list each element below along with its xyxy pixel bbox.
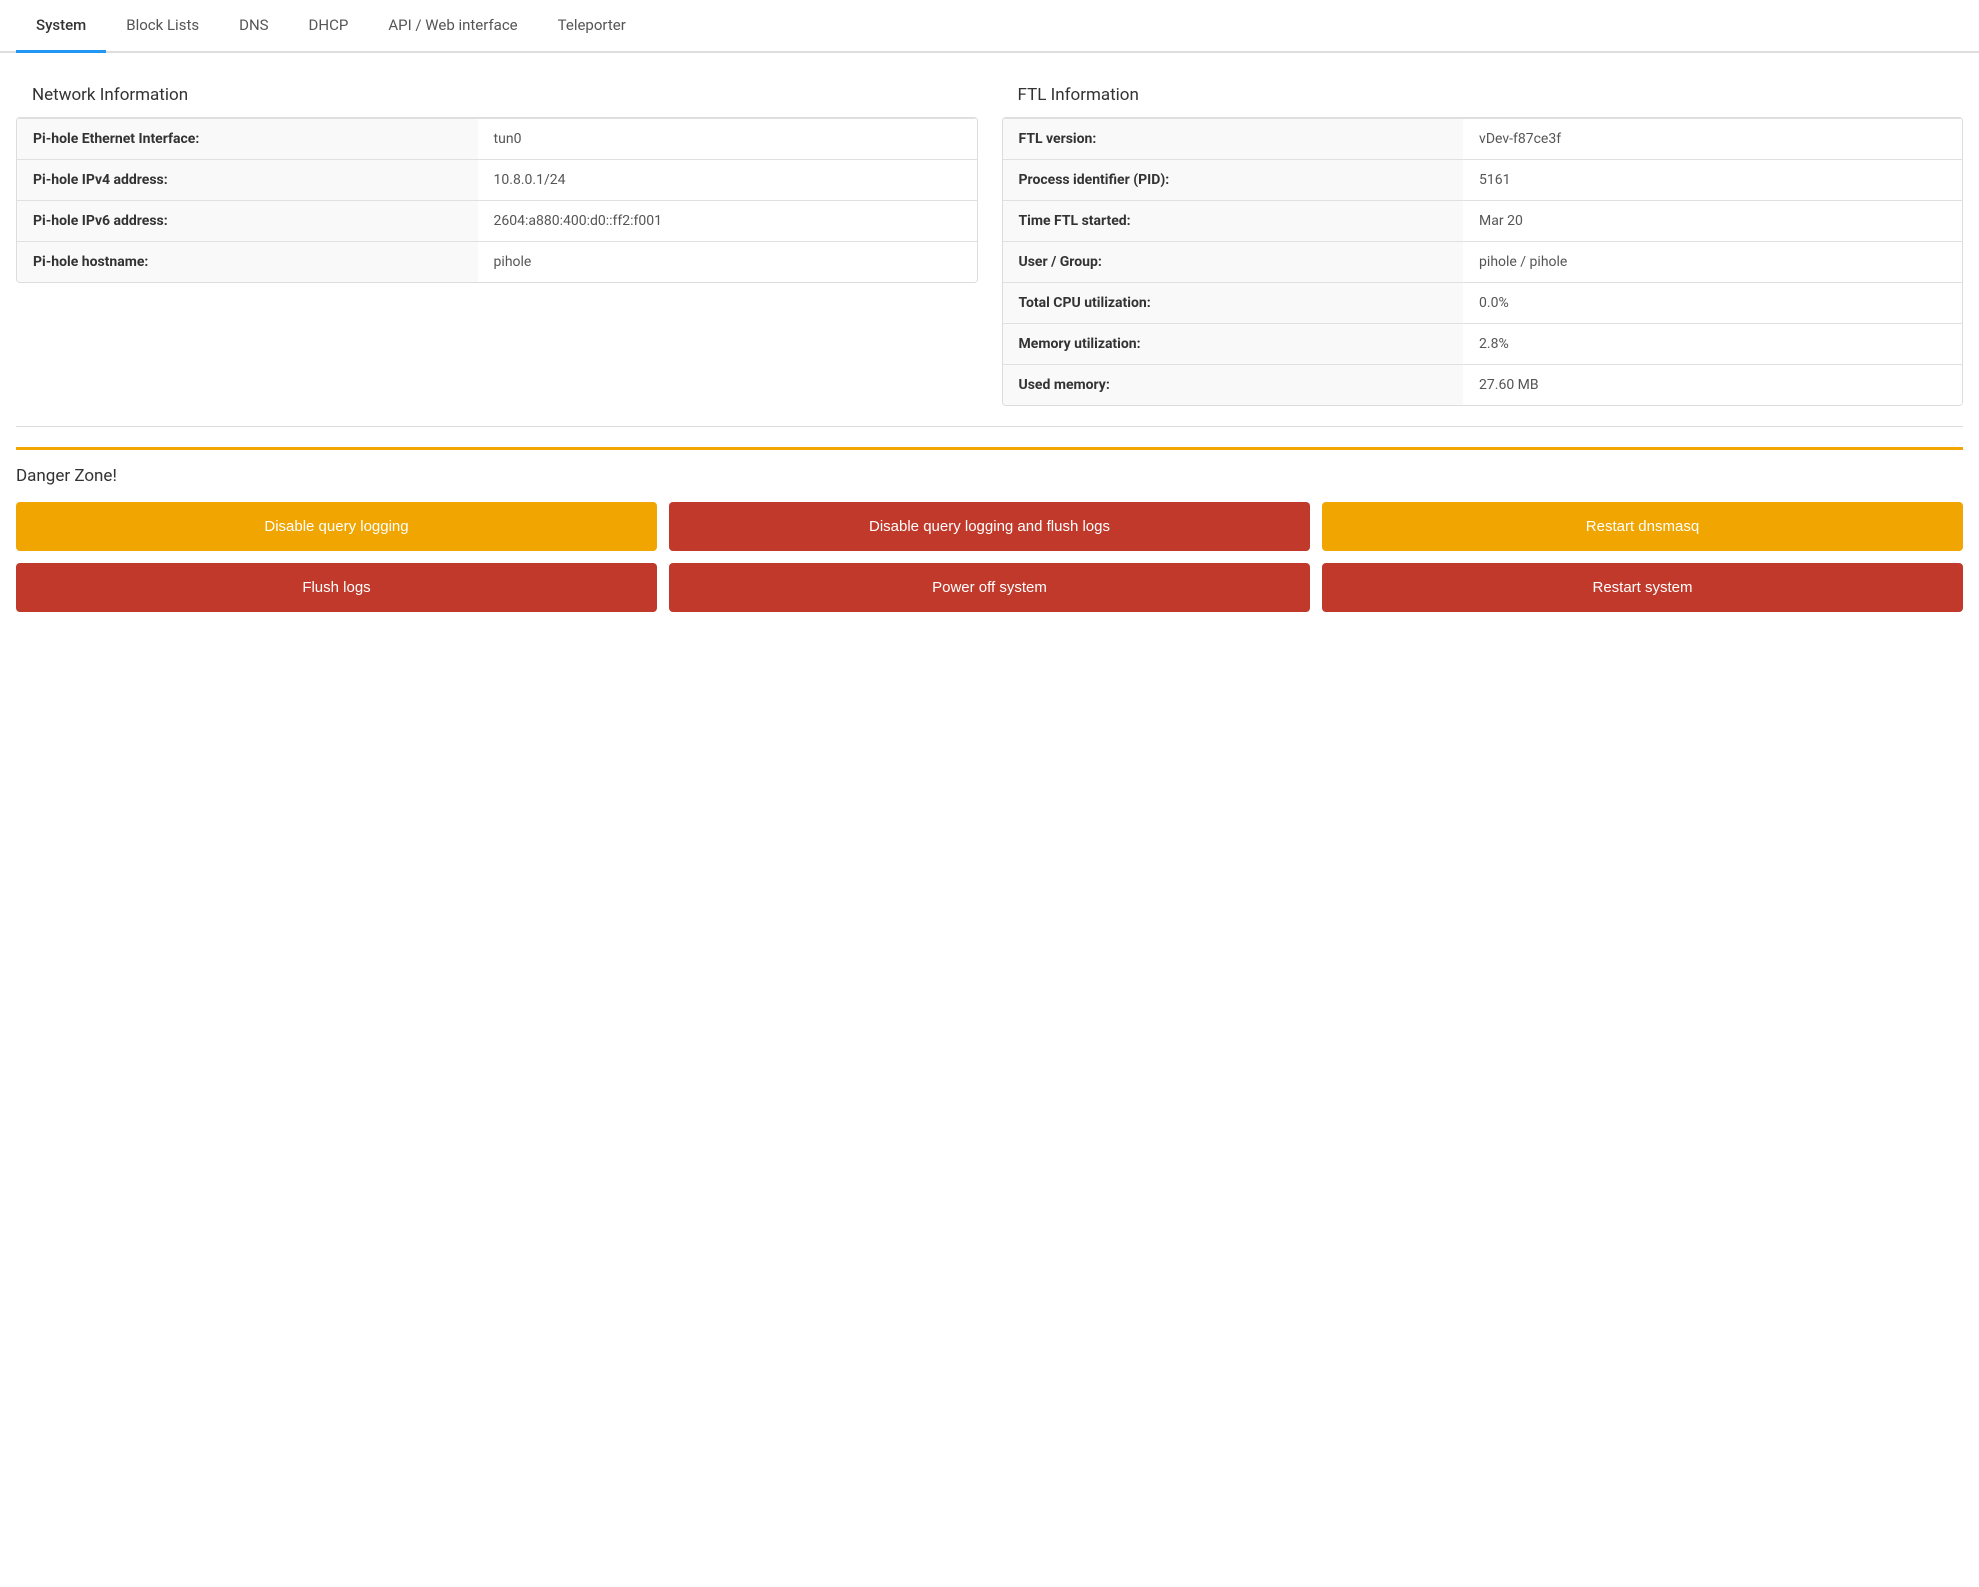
tab-dns[interactable]: DNS bbox=[219, 0, 288, 53]
network-info-table-wrapper: Pi-hole Ethernet Interface:tun0Pi-hole I… bbox=[16, 117, 978, 283]
row-value: 2.8% bbox=[1463, 324, 1962, 365]
row-value: pihole / pihole bbox=[1463, 242, 1962, 283]
row-value: tun0 bbox=[478, 119, 977, 160]
row-value: 27.60 MB bbox=[1463, 365, 1962, 406]
danger-button-5[interactable]: Power off system bbox=[669, 563, 1310, 612]
row-label: FTL version: bbox=[1003, 119, 1464, 160]
ftl-info-table-wrapper: FTL version:vDev-f87ce3fProcess identifi… bbox=[1002, 117, 1964, 406]
table-row: Pi-hole Ethernet Interface:tun0 bbox=[17, 119, 977, 160]
row-value: 5161 bbox=[1463, 160, 1962, 201]
danger-button-4[interactable]: Flush logs bbox=[16, 563, 657, 612]
tab-dhcp[interactable]: DHCP bbox=[289, 0, 369, 53]
table-row: Used memory:27.60 MB bbox=[1003, 365, 1963, 406]
danger-zone: Danger Zone! Disable query loggingDisabl… bbox=[16, 447, 1963, 612]
table-row: Total CPU utilization:0.0% bbox=[1003, 283, 1963, 324]
network-info-table: Pi-hole Ethernet Interface:tun0Pi-hole I… bbox=[17, 118, 977, 282]
row-label: Time FTL started: bbox=[1003, 201, 1464, 242]
table-row: Pi-hole IPv6 address:2604:a880:400:d0::f… bbox=[17, 201, 977, 242]
row-value: vDev-f87ce3f bbox=[1463, 119, 1962, 160]
row-label: Pi-hole IPv6 address: bbox=[17, 201, 478, 242]
ftl-info-table: FTL version:vDev-f87ce3fProcess identifi… bbox=[1003, 118, 1963, 405]
table-row: Pi-hole IPv4 address:10.8.0.1/24 bbox=[17, 160, 977, 201]
table-row: Memory utilization:2.8% bbox=[1003, 324, 1963, 365]
ftl-info-title: FTL Information bbox=[1002, 73, 1964, 117]
tab-api-web[interactable]: API / Web interface bbox=[368, 0, 537, 53]
row-label: Pi-hole Ethernet Interface: bbox=[17, 119, 478, 160]
network-info-panel: Network Information Pi-hole Ethernet Int… bbox=[16, 73, 978, 406]
ftl-info-panel: FTL Information FTL version:vDev-f87ce3f… bbox=[1002, 73, 1964, 406]
row-value: 2604:a880:400:d0::ff2:f001 bbox=[478, 201, 977, 242]
row-label: Pi-hole IPv4 address: bbox=[17, 160, 478, 201]
row-label: Pi-hole hostname: bbox=[17, 242, 478, 283]
row-label: Used memory: bbox=[1003, 365, 1464, 406]
nav-tabs: System Block Lists DNS DHCP API / Web in… bbox=[0, 0, 1979, 53]
row-value: Mar 20 bbox=[1463, 201, 1962, 242]
row-value: 0.0% bbox=[1463, 283, 1962, 324]
row-label: Total CPU utilization: bbox=[1003, 283, 1464, 324]
tab-teleporter[interactable]: Teleporter bbox=[538, 0, 646, 53]
row-value: pihole bbox=[478, 242, 977, 283]
row-label: Memory utilization: bbox=[1003, 324, 1464, 365]
table-row: Time FTL started:Mar 20 bbox=[1003, 201, 1963, 242]
danger-buttons-grid: Disable query loggingDisable query loggi… bbox=[16, 502, 1963, 612]
section-divider bbox=[16, 426, 1963, 427]
table-row: FTL version:vDev-f87ce3f bbox=[1003, 119, 1963, 160]
table-row: Pi-hole hostname:pihole bbox=[17, 242, 977, 283]
row-value: 10.8.0.1/24 bbox=[478, 160, 977, 201]
info-columns: Network Information Pi-hole Ethernet Int… bbox=[16, 73, 1963, 406]
danger-button-6[interactable]: Restart system bbox=[1322, 563, 1963, 612]
danger-button-2[interactable]: Disable query logging and flush logs bbox=[669, 502, 1310, 551]
table-row: User / Group:pihole / pihole bbox=[1003, 242, 1963, 283]
tab-blocklists[interactable]: Block Lists bbox=[106, 0, 219, 53]
danger-button-3[interactable]: Restart dnsmasq bbox=[1322, 502, 1963, 551]
network-info-title: Network Information bbox=[16, 73, 978, 117]
row-label: Process identifier (PID): bbox=[1003, 160, 1464, 201]
row-label: User / Group: bbox=[1003, 242, 1464, 283]
danger-zone-title: Danger Zone! bbox=[16, 466, 1963, 502]
table-row: Process identifier (PID):5161 bbox=[1003, 160, 1963, 201]
tab-system[interactable]: System bbox=[16, 0, 106, 53]
danger-button-1[interactable]: Disable query logging bbox=[16, 502, 657, 551]
